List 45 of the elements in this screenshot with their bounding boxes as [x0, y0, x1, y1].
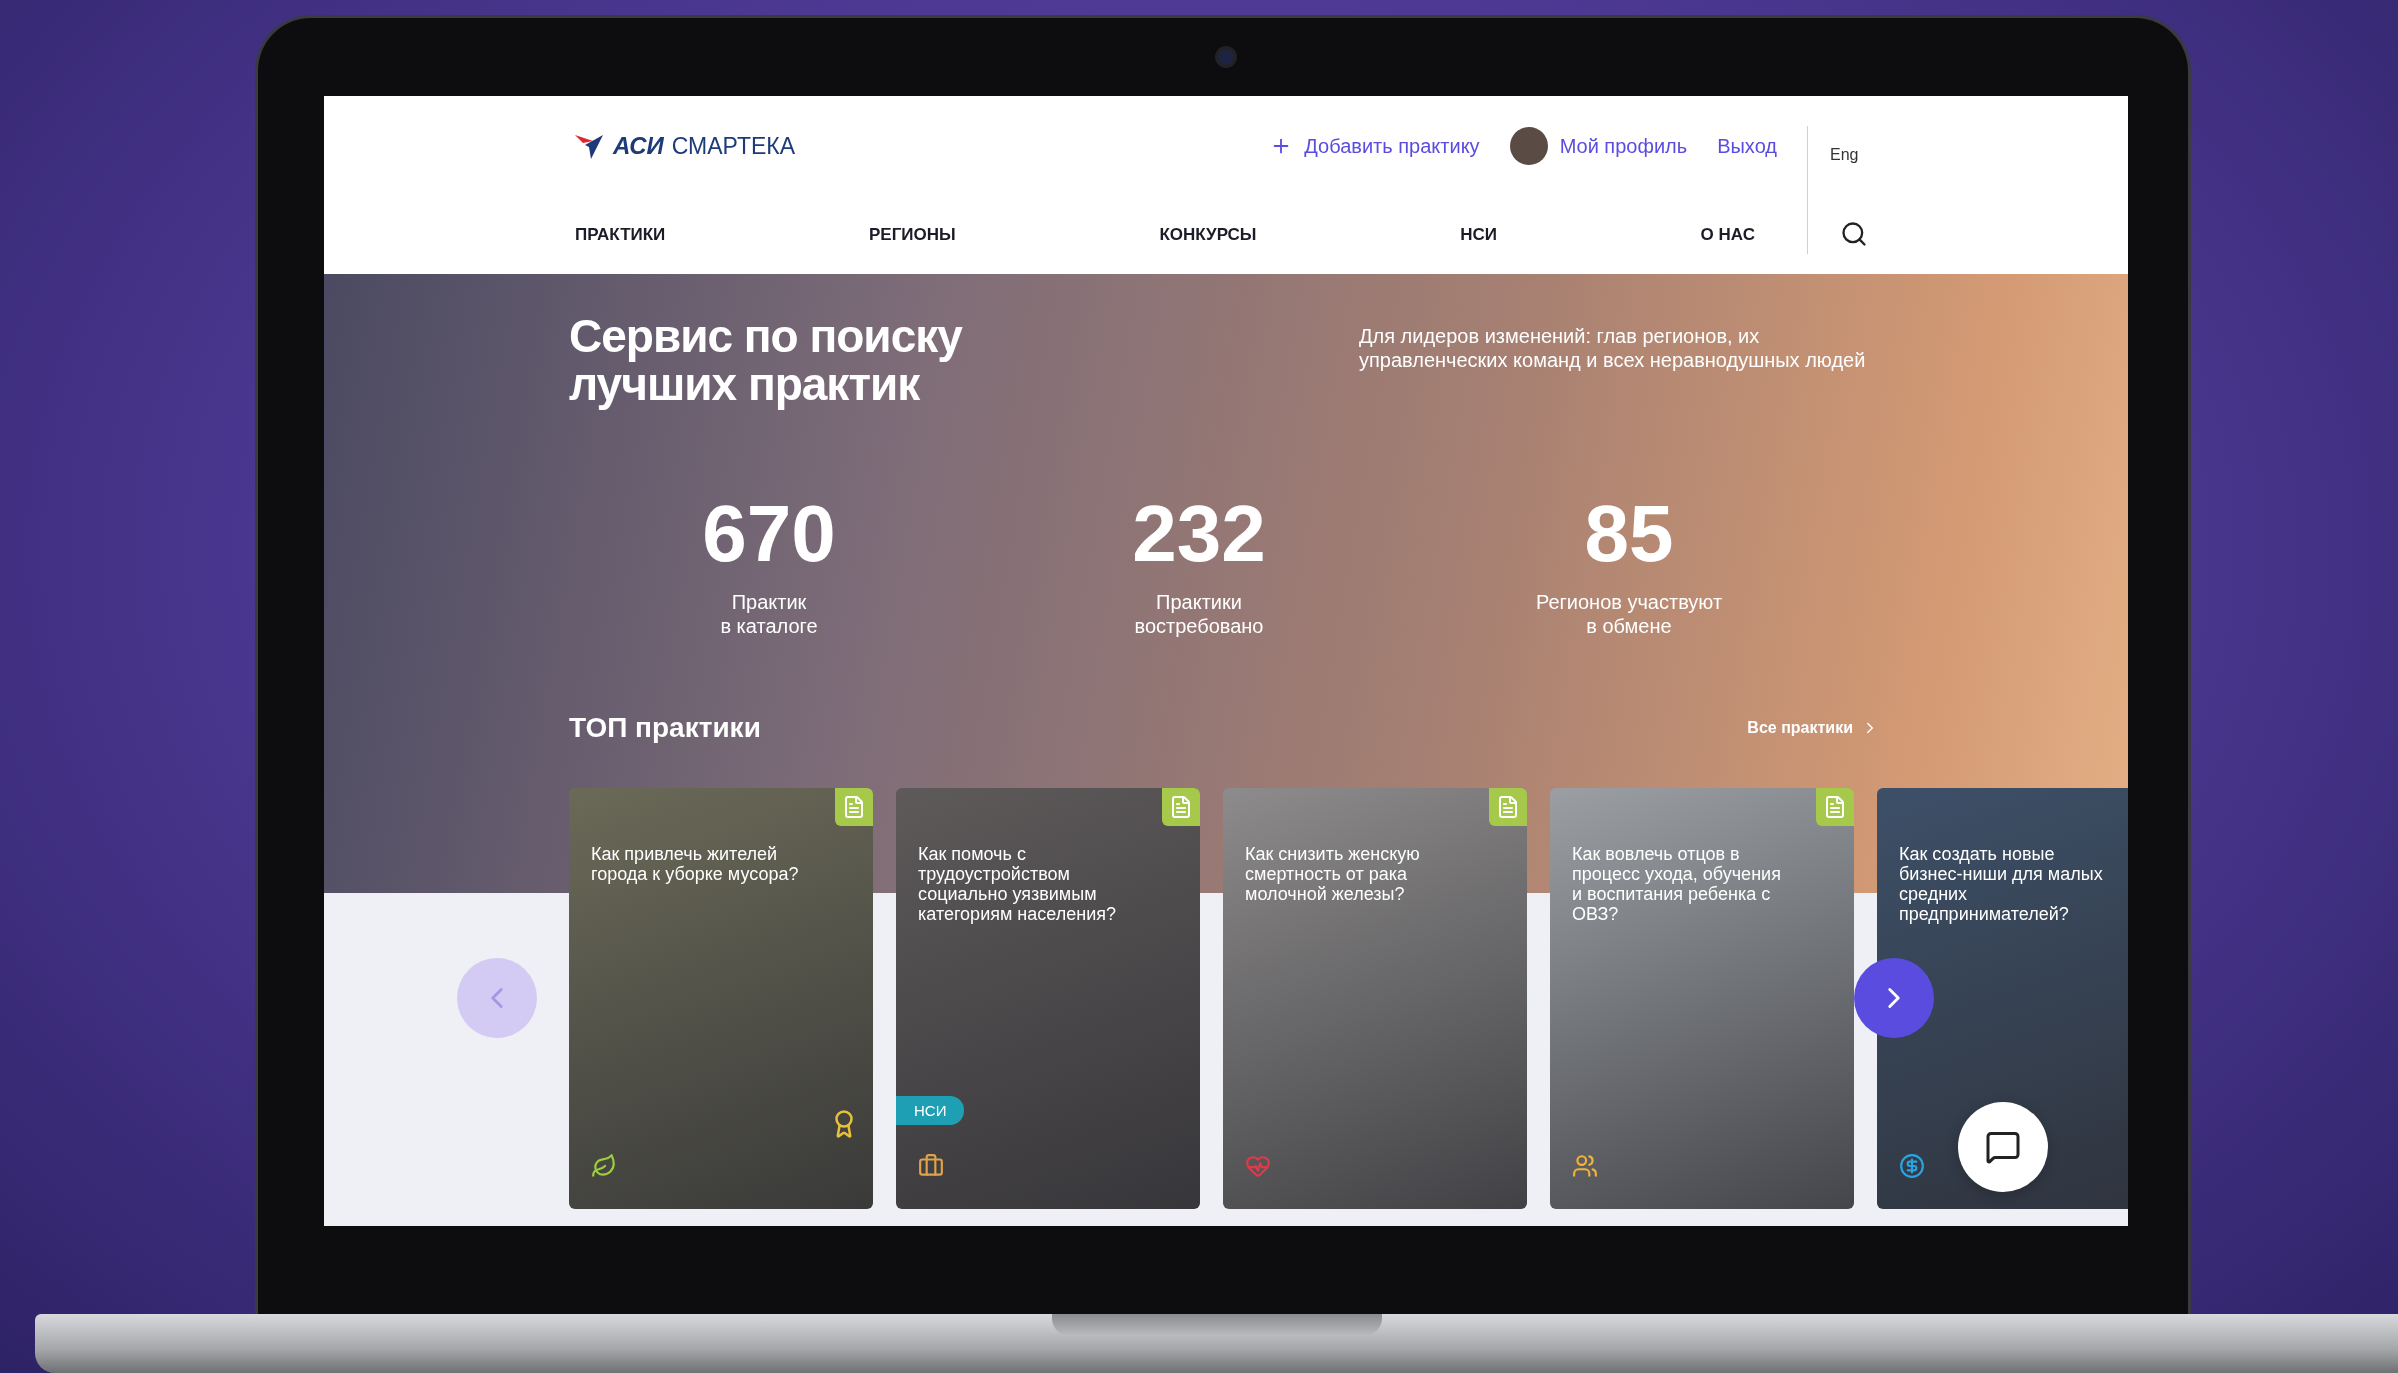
- stat-value: 85: [1584, 488, 1674, 580]
- document-icon: [1816, 788, 1854, 826]
- section-heading: ТОП практики: [569, 712, 761, 744]
- card-title: Как создать новые бизнес-ниши для малых средних предпринимателей?: [1899, 844, 2104, 924]
- practice-card[interactable]: Как привлечь жителей города к уборке мусора?: [569, 788, 873, 1209]
- card-title: Как привлечь жителей города к уборке мусора?: [591, 844, 800, 884]
- nav-link[interactable]: О НАС: [1700, 225, 1755, 245]
- nav-link[interactable]: НСИ: [1460, 225, 1497, 245]
- camera-icon: [1215, 46, 1237, 68]
- heart-icon: [1245, 1153, 1271, 1179]
- avatar: [1509, 127, 1548, 165]
- hero-title: Сервис по поиску лучших практик: [569, 312, 964, 408]
- language-link[interactable]: Eng: [1830, 146, 1910, 164]
- chat-icon: [1985, 1129, 2021, 1165]
- search-button[interactable]: [1840, 220, 1868, 248]
- add-practice-link[interactable]: Добавить практику: [1270, 134, 1480, 158]
- stat-label: Практик в каталоге: [720, 590, 818, 638]
- document-icon: [835, 788, 873, 826]
- stat-value: 232: [1132, 488, 1266, 580]
- document-icon: [1489, 788, 1527, 826]
- practice-card[interactable]: Как помочь с трудоустройством социально уязвимым категориям населения? НСИ: [896, 788, 1200, 1209]
- logo-text: АСИ: [613, 132, 664, 160]
- leaf-icon: [591, 1153, 617, 1179]
- stat-label: Практики востребовано: [1134, 590, 1264, 638]
- nav-link[interactable]: КОНКУРСЫ: [1159, 225, 1257, 245]
- stat-label: Регионов участвуют в обмене: [1535, 590, 1723, 638]
- logo-name: СМАРТЕКА: [671, 132, 796, 160]
- logo-icon: [575, 133, 605, 159]
- practice-card[interactable]: Как снизить женскую смертность от рака молочной железы?: [1223, 788, 1527, 1209]
- people-icon: [1572, 1153, 1598, 1179]
- money-bag-icon: [1899, 1153, 1925, 1179]
- nav-link[interactable]: ПРАКТИКИ: [575, 225, 666, 245]
- card-title: Как вовлечь отцов в процесс ухода, обучения и воспитания ребенка с ОВЗ?: [1572, 844, 1782, 924]
- profile-link[interactable]: Мой профиль: [1509, 127, 1688, 165]
- card-title: Как снизить женскую смертность от рака молочной железы?: [1245, 844, 1421, 904]
- briefcase-icon: [918, 1153, 944, 1179]
- hero-subtitle: Для лидеров изменений: глав регионов, их управленческих команд и всех неравнодушных людей: [1359, 324, 1867, 373]
- practice-card[interactable]: Как вовлечь отцов в процесс ухода, обучения и воспитания ребенка с ОВЗ?: [1550, 788, 1854, 1209]
- logout-link[interactable]: Выход: [1717, 134, 1777, 158]
- document-icon: [1162, 788, 1200, 826]
- stat-value: 670: [702, 488, 836, 580]
- card-title: Как помочь с трудоустройством социально уязвимым категориям населения?: [918, 844, 1117, 924]
- nav-link[interactable]: РЕГИОНЫ: [869, 225, 956, 245]
- practice-card[interactable]: Как создать новые бизнес-ниши для малых средних предпринимателей?: [1877, 788, 2128, 1209]
- card-tag: НСИ: [896, 1096, 965, 1125]
